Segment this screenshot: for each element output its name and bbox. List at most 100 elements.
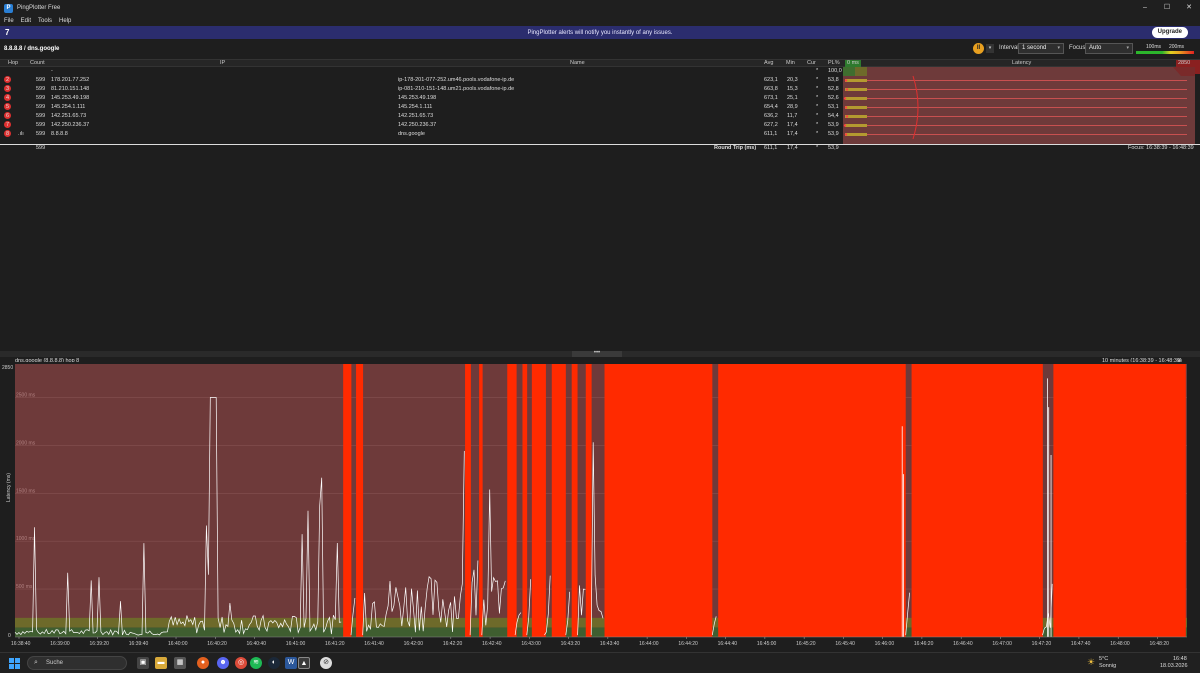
weather-text: Sonnig [1099,663,1117,669]
x-tick-label: 16:42:40 [482,641,502,647]
mini-hop-min-bar [845,133,867,136]
hop-pl: 52,8 [828,86,839,92]
menu-tools[interactable]: Tools [38,18,52,24]
hop-count: 599 [36,86,46,92]
graph-enabled-icon[interactable]: .ılı [18,130,24,139]
taskbar: ⌕ Suche ▣ ▬ ▦ ● ☻ ◎ ≋ ◐ W ▲ ⊘ ☀ 5°C Sonn… [0,652,1200,673]
hop-min: 25,1 [787,95,798,101]
chrome-icon[interactable]: ◎ [235,657,247,669]
col-hop[interactable]: Hop [8,60,18,67]
steam-icon[interactable]: ◐ [268,657,280,669]
hop-avg: 636,2 [764,113,778,119]
mini-hop-min-bar [845,106,867,109]
firefox-icon[interactable]: ● [197,657,209,669]
col-latency-min: 0 ms [845,60,861,67]
pingplotter-icon[interactable]: ▲ [298,657,310,669]
hop-pl: 100,0 [828,68,842,74]
col-name[interactable]: Name [570,60,585,67]
weather-icon[interactable]: ☀ [1087,657,1095,668]
col-pl[interactable]: PL% [828,60,840,67]
x-tick-label: 16:47:20 [1032,641,1052,647]
task-view-icon[interactable]: ▣ [137,657,149,669]
mini-hop-min-bar [845,97,867,100]
x-tick-label: 16:48:00 [1110,641,1130,647]
x-tick-label: 16:39:40 [129,641,149,647]
menu-help[interactable]: Help [59,18,71,24]
table-row[interactable]: 8 599 8.8.8.8 dns.google 611,1 17,4 * 53,9 .ılı [0,130,843,139]
x-tick-label: 16:40:00 [168,641,188,647]
close-icon[interactable]: ✕ [1178,0,1200,16]
x-tick-label: 16:48:20 [1149,641,1169,647]
hop-avg: 623,1 [764,77,778,83]
hop-min: 11,7 [787,113,798,119]
hop-ip: 142.251.65.73 [51,113,87,119]
col-ip[interactable]: IP [220,60,225,67]
hop-name: ip-178-201-077-252.um46.pools.vodafone-i… [398,77,515,83]
mini-yellow-zone [855,67,867,76]
pause-options-chevron-icon[interactable]: ▾ [986,44,994,53]
mini-hop-dot [845,115,849,118]
mini-hop-dot [844,133,848,136]
table-row[interactable]: 3 599 81.210.151.148 ip-081-210-151-148.um2… [0,85,843,94]
table-row[interactable]: 5 599 145.254.1.111 145.254.1.111 654,4 28,9 *… [0,103,843,112]
roundtrip-count: 599 [36,145,46,151]
col-min[interactable]: Min [786,60,795,67]
x-tick-label: 16:47:00 [992,641,1012,647]
hop-number-badge: 6 [4,112,11,119]
mini-hop-min-bar [845,79,867,82]
menu-edit[interactable]: Edit [21,18,31,24]
focus-range: Focus: 16:38:39 - 16:48:39 [1128,145,1194,151]
interval-select[interactable]: 1 second ▾ [1018,43,1064,54]
clock-date[interactable]: 18.03.2026 [1160,663,1188,669]
hop-pl: 54,4 [828,113,839,119]
x-tick-label: 16:47:40 [1071,641,1091,647]
file-explorer-icon[interactable]: ▬ [155,657,167,669]
latency-mini-graph-svg [843,67,1195,140]
hop-ip: 8.8.8.8 [51,131,68,137]
interval-value: 1 second [1022,45,1047,51]
mini-red-zone [1173,67,1195,76]
menu-file[interactable]: File [4,18,14,24]
chevron-down-icon: ▾ [1057,45,1060,51]
packet-loss-bar [551,364,566,637]
maximize-icon[interactable]: ☐ [1156,0,1178,16]
hop-min: 20,3 [787,77,798,83]
app-icon[interactable]: ⊘ [320,657,332,669]
clock-time[interactable]: 16:48 [1173,656,1187,662]
x-tick-label: 16:43:20 [561,641,581,647]
upgrade-button[interactable]: Upgrade [1151,27,1188,38]
table-row[interactable]: 2 599 178.201.77.252 ip-178-201-077-252.um4… [0,76,843,85]
word-icon[interactable]: W [285,657,297,669]
x-tick-label: 16:43:00 [521,641,541,647]
spotify-icon[interactable]: ≋ [250,657,262,669]
col-count[interactable]: Count [30,60,45,67]
col-avg[interactable]: Avg [764,60,773,67]
taskbar-search-input[interactable]: ⌕ Suche [27,656,127,670]
x-tick-label: 16:46:20 [914,641,934,647]
x-tick-label: 16:45:20 [796,641,816,647]
banner-message: PingPlotter alerts will notify you insta… [527,29,673,36]
pause-button[interactable]: II [973,43,984,54]
mini-hop-dot [843,124,847,127]
col-latency[interactable]: Latency [1012,60,1031,67]
focus-select[interactable]: Auto ▾ [1085,43,1133,54]
windows-start-icon[interactable] [9,658,20,669]
table-row[interactable]: - * 100,0 [0,67,843,76]
hop-count: 599 [36,113,46,119]
store-icon[interactable]: ▦ [174,657,186,669]
minimize-icon[interactable]: – [1134,0,1156,16]
y-zero-label: 0 [8,633,11,639]
toolbar: 8.8.8.8 / dns.google II ▾ Interval 1 sec… [0,40,1200,57]
target-title: 8.8.8.8 / dns.google [4,45,60,52]
col-cur[interactable]: Cur [807,60,816,67]
x-tick-label: 16:38:40 [11,641,31,647]
alert-banner: 7 PingPlotter alerts will notify you ins… [0,26,1200,39]
table-row[interactable]: 7 599 142.250.236.37 142.250.236.37 627,2 17,… [0,121,843,130]
discord-icon[interactable]: ☻ [217,657,229,669]
table-row[interactable]: 4 599 145.253.49.198 145.253.49.198 673,1 25,… [0,94,843,103]
x-tick-label: 16:41:00 [286,641,306,647]
hop-cur: * [816,122,819,128]
table-row[interactable]: 6 599 142.251.65.73 142.251.65.73 636,2 11,7 *… [0,112,843,121]
hop-pl: 53,8 [828,77,839,83]
hop-number-badge: 4 [4,94,11,101]
